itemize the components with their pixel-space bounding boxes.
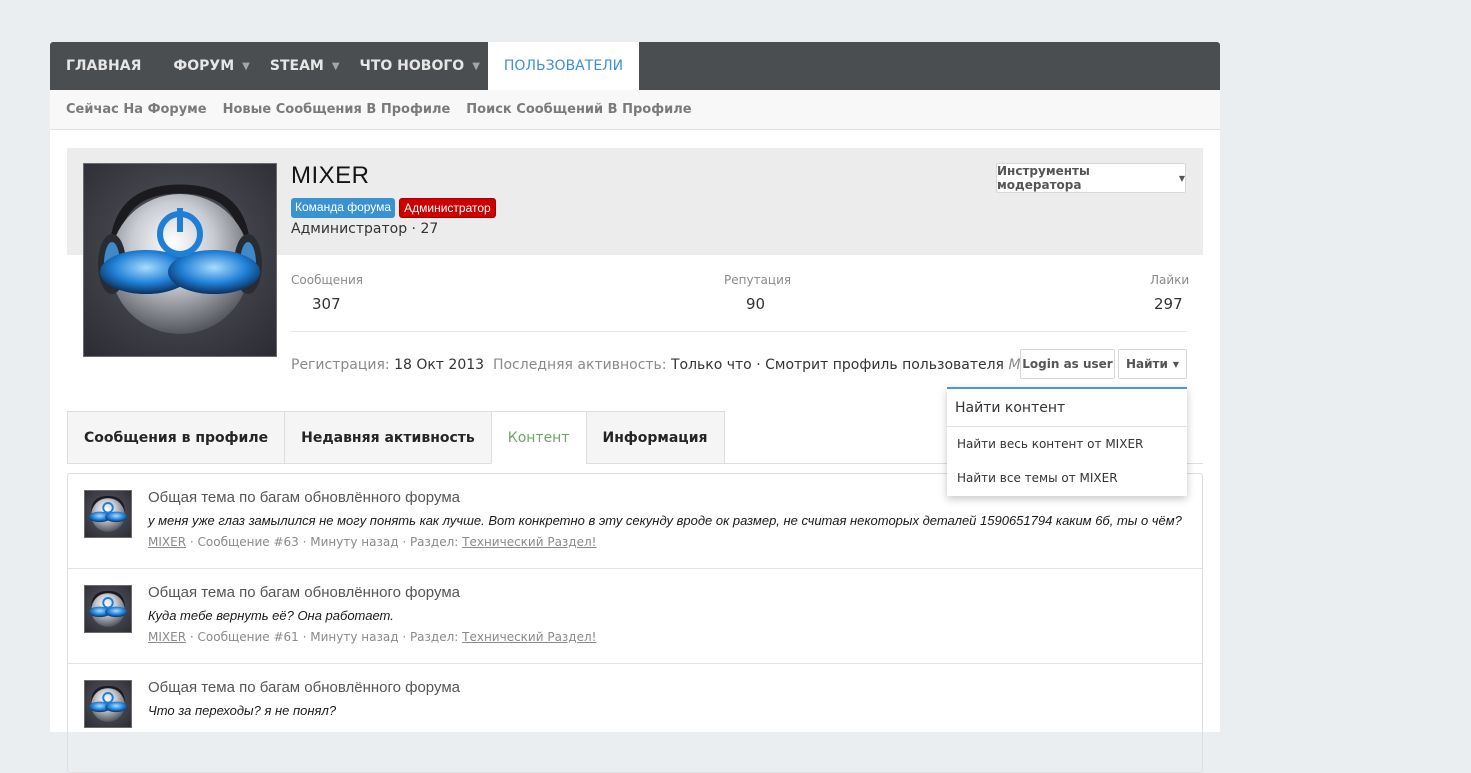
find-content-dropdown: Найти контент Найти весь контент от MIXE… [947,387,1187,496]
caret-down-icon[interactable]: ▼ [472,61,480,72]
avatar[interactable] [84,585,132,633]
activity-text: · Смотрит профиль пользователя [756,357,1004,373]
list-item: Общая тема по багам обновлённого форума … [68,664,1202,758]
stat-likes-label: Лайки [1150,273,1190,287]
post-title-link[interactable]: Общая тема по багам обновлённого форума [148,584,460,601]
avatar-image [98,184,262,334]
registration-date: 18 Окт 2013 [394,357,485,373]
registration-label: Регистрация: [291,357,390,373]
list-item: Общая тема по багам обновлённого форума … [68,569,1202,664]
post-author-link[interactable]: MIXER [148,630,186,644]
nav-tab-steam[interactable]: STEAM ▼ [264,42,354,90]
stat-likes-value[interactable]: 297 [1154,295,1183,313]
profile-username: MIXER [291,162,370,189]
nav-tab-members[interactable]: ПОЛЬЗОВАТЕЛИ [487,42,640,90]
subnav-search-profile-posts[interactable]: Поиск Сообщений В Профиле [466,102,691,117]
tab-recent-activity[interactable]: Недавняя активность [284,411,491,464]
tab-profile-posts[interactable]: Сообщения в профиле [67,411,285,464]
nav-tab-forum[interactable]: ФОРУМ ▼ [157,42,263,90]
post-title-link[interactable]: Общая тема по багам обновлённого форума [148,679,460,696]
find-label: Найти [1125,357,1168,371]
post-meta-text: · Сообщение #61 · Минуту назад · Раздел: [189,630,459,644]
post-snippet: у меня уже глаз замылился не могу понять… [148,513,1182,528]
avatar[interactable] [84,680,132,728]
tab-label: Сообщения в профиле [84,429,269,446]
page-container: ГЛАВНАЯ ФОРУМ ▼ STEAM ▼ ЧТО НОВОГО ▼ ПОЛ… [50,42,1220,773]
post-title-link[interactable]: Общая тема по багам обновлённого форума [148,489,460,506]
last-activity-label: Последняя активность: [492,357,667,373]
main-navigation: ГЛАВНАЯ ФОРУМ ▼ STEAM ▼ ЧТО НОВОГО ▼ ПОЛ… [50,42,1220,90]
avatar-image [88,590,128,627]
user-badges: Команда форума Администратор [291,198,496,218]
stat-reputation-value: 90 [746,295,766,313]
nav-tab-home[interactable]: ГЛАВНАЯ [50,42,157,90]
nav-tab-label: ЧТО НОВОГО [359,58,465,74]
caret-down-icon: ▼ [1178,173,1185,183]
stats-divider [291,331,1187,332]
caret-down-icon[interactable]: ▼ [332,61,340,72]
login-as-user-button[interactable]: Login as user [1020,349,1115,379]
find-button[interactable]: Найти ▼ [1118,349,1187,379]
subnav-new-profile-posts[interactable]: Новые Сообщения В Профиле [223,102,451,117]
post-snippet: Что за переходы? я не понял? [148,703,337,718]
stat-messages-label: Сообщения [291,273,364,287]
post-author-link[interactable]: MIXER [148,535,186,549]
tab-label: Недавняя активность [301,429,475,446]
nav-tab-label: ГЛАВНАЯ [66,58,142,74]
registration-line: Регистрация: 18 Окт 2013 Последняя актив… [291,357,1053,373]
nav-tab-label: ФОРУМ [173,58,235,74]
find-all-content-link[interactable]: Найти весь контент от MIXER [947,427,1187,461]
nav-tab-whats-new[interactable]: ЧТО НОВОГО ▼ [354,42,488,90]
caret-down-icon[interactable]: ▼ [242,61,250,72]
subnav-online-now[interactable]: Сейчас На Форуме [66,102,207,117]
post-section-link[interactable]: Технический Раздел! [462,630,596,644]
tab-label: Информация [602,429,708,446]
stat-reputation-label: Репутация [724,273,792,287]
post-meta: MIXER · Сообщение #61 · Минуту назад · Р… [148,630,596,644]
post-meta: MIXER · Сообщение #63 · Минуту назад · Р… [148,535,596,549]
login-as-user-label: Login as user [1022,357,1113,371]
nav-tab-label: STEAM [269,58,324,74]
tab-information[interactable]: Информация [585,411,725,464]
nav-tab-label: ПОЛЬЗОВАТЕЛИ [503,58,624,74]
dropdown-title: Найти контент [947,389,1187,427]
avatar[interactable] [83,163,277,357]
tab-content[interactable]: Контент [490,411,586,464]
user-title: Администратор · 27 [291,221,439,237]
badge-administrator: Администратор [399,198,496,218]
moderator-tools-label: Инструменты модератора [997,164,1090,192]
avatar[interactable] [84,490,132,538]
stat-messages-value[interactable]: 307 [312,295,341,313]
avatar-image [88,685,128,722]
find-all-threads-link[interactable]: Найти все темы от MIXER [947,461,1187,495]
post-meta-text: · Сообщение #63 · Минуту назад · Раздел: [189,535,459,549]
badge-forum-team: Команда форума [291,198,396,218]
content-list: Общая тема по багам обновлённого форума … [67,473,1203,773]
sub-navigation: Сейчас На Форуме Новые Сообщения В Профи… [50,90,1220,130]
tab-label: Контент [507,429,570,446]
caret-down-icon: ▼ [1172,359,1180,369]
post-snippet: Куда тебе вернуть её? Она работает. [148,608,394,623]
moderator-tools-button[interactable]: Инструменты модератора ▼ [996,163,1186,193]
profile-tabs: Сообщения в профиле Недавняя активность … [67,411,725,464]
post-section-link[interactable]: Технический Раздел! [462,535,596,549]
avatar-image [88,495,128,532]
last-activity-value: Только что [670,357,752,373]
